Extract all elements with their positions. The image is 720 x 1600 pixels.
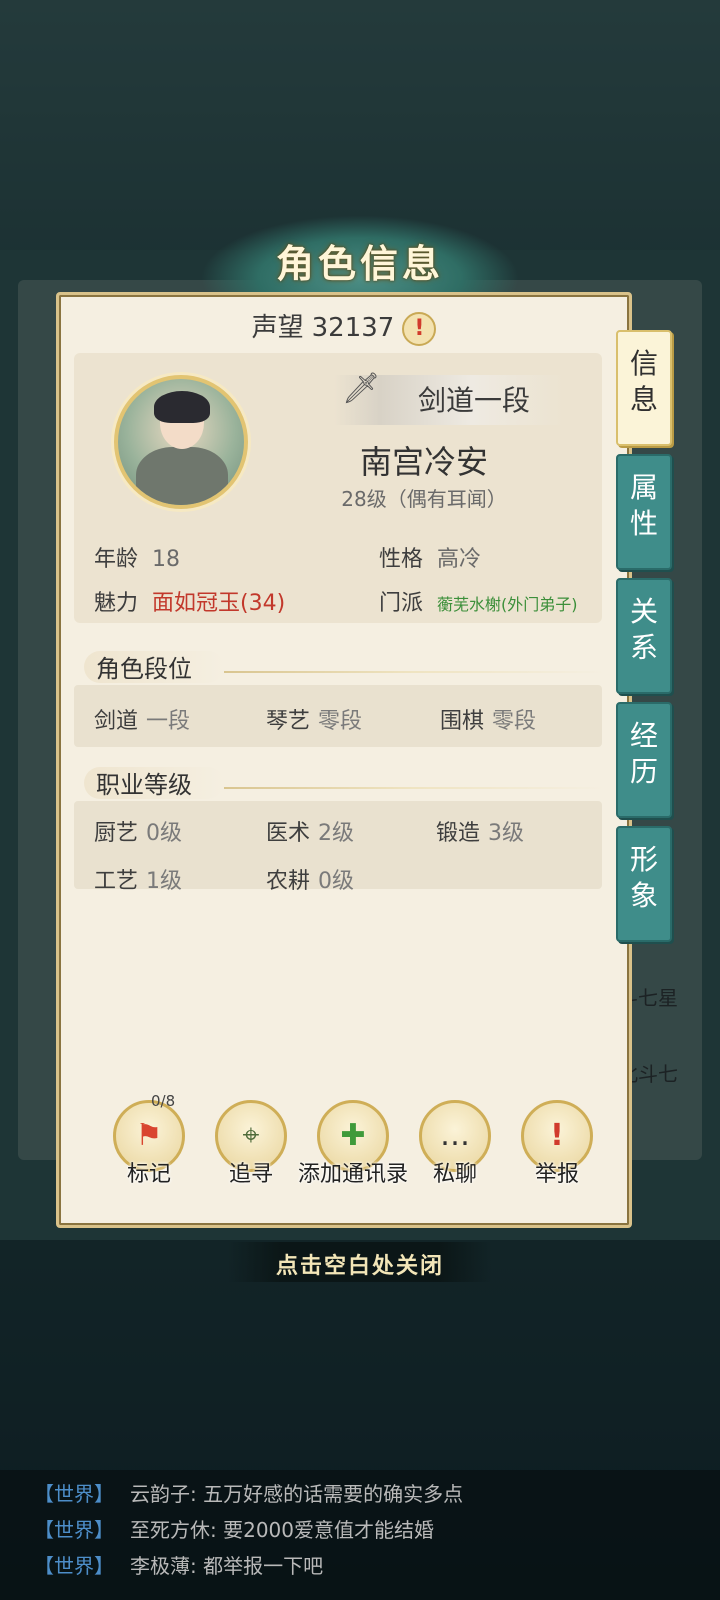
tab-appearance-label: 形 象 — [629, 843, 658, 912]
avatar-hair — [154, 391, 210, 423]
chat-text: 云韵子: 五万好感的话需要的确实多点 — [130, 1482, 464, 1506]
report-button[interactable]: ! 举报 — [507, 1100, 607, 1200]
segment-value: 零段 — [318, 709, 363, 734]
segment-item: 围棋 零段 — [440, 703, 536, 735]
job-value: 0级 — [318, 869, 355, 894]
age-value: 18 — [152, 547, 181, 572]
fame-label: 声望 — [251, 313, 304, 343]
job-label: 厨艺 — [94, 821, 139, 846]
tab-appearance[interactable]: 形 象 — [616, 826, 672, 942]
chat-line: 【世界】 李极薄: 都举报一下吧 — [34, 1550, 323, 1579]
character-avatar[interactable] — [114, 375, 248, 509]
job-value: 1级 — [146, 869, 183, 894]
job-label: 工艺 — [94, 869, 139, 894]
fame-value: 32137 — [311, 313, 395, 343]
job-value: 0级 — [146, 821, 183, 846]
jobs-header: 职业等级 — [84, 765, 604, 799]
charm-label: 魅力 — [94, 591, 139, 616]
job-item: 厨艺 0级 — [94, 815, 182, 847]
fame-alert-icon[interactable]: ! — [402, 311, 437, 346]
report-label: 举报 — [534, 1162, 579, 1187]
rank-badge: 剑道一段 — [417, 384, 530, 417]
segment-value: 一段 — [146, 709, 191, 734]
tab-info[interactable]: 信 息 — [616, 330, 672, 446]
chat-channel: 【世界】 — [34, 1482, 114, 1506]
chat-channel: 【世界】 — [34, 1554, 114, 1578]
sect-row: 门派 蘅芜水榭(外门弟子) — [379, 585, 578, 617]
segments-box: 剑道 一段 琴艺 零段 围棋 零段 — [74, 685, 602, 747]
jobs-box: 厨艺 0级 医术 2级 锻造 3级 工艺 1级 农耕 0级 — [74, 801, 602, 894]
job-item: 锻造 3级 — [436, 815, 524, 847]
segment-label: 围棋 — [440, 709, 485, 734]
sect-value: 蘅芜水榭(外门弟子) — [437, 595, 578, 614]
segment-value: 零段 — [492, 709, 537, 734]
tab-attributes-label: 属 性 — [629, 471, 658, 540]
personality-value: 高冷 — [437, 547, 482, 572]
character-name: 南宫冷安 — [359, 443, 488, 481]
close-hint[interactable]: 点击空白处关闭 — [228, 1242, 492, 1282]
sect-label: 门派 — [379, 591, 424, 616]
action-bar: ⚑ 0/8 标记 ⌖ 追寻 ✚ 添加通讯录 … 私聊 ! 举报 — [99, 1092, 609, 1210]
segments-header: 角色段位 — [84, 649, 604, 683]
jobs-title: 职业等级 — [96, 771, 192, 799]
job-value: 2级 — [318, 821, 355, 846]
tab-relations[interactable]: 关 系 — [616, 578, 672, 694]
job-item: 工艺 1级 — [94, 863, 182, 895]
chat-line: 【世界】 至死方休: 要2000爱意值才能结婚 — [34, 1514, 434, 1543]
segment-label: 剑道 — [94, 709, 139, 734]
mark-counter: 0/8 — [151, 1092, 176, 1110]
segment-item: 剑道 一段 — [94, 703, 190, 735]
job-label: 锻造 — [436, 821, 481, 846]
chat-text: 至死方休: 要2000爱意值才能结婚 — [130, 1518, 434, 1542]
job-label: 农耕 — [266, 869, 311, 894]
fame-row: 声望 32137! — [59, 307, 629, 346]
section-divider — [224, 671, 604, 673]
close-hint-text: 点击空白处关闭 — [275, 1253, 444, 1279]
personality-label: 性格 — [379, 547, 424, 572]
dialog-title: 角色信息 — [275, 241, 444, 286]
job-item: 医术 2级 — [266, 815, 354, 847]
chat-line: 【世界】 云韵子: 五万好感的话需要的确实多点 — [34, 1478, 463, 1507]
job-value: 3级 — [488, 821, 525, 846]
tab-history-label: 经 历 — [629, 719, 658, 788]
chat-text: 李极薄: 都举报一下吧 — [130, 1554, 324, 1578]
chat-channel: 【世界】 — [34, 1518, 114, 1542]
tab-info-label: 信 息 — [629, 347, 658, 416]
avatar-body — [136, 447, 228, 505]
segment-label: 琴艺 — [266, 709, 311, 734]
character-level: 28级（偶有耳闻） — [341, 487, 507, 511]
charm-row: 魅力 面如冠玉(34) — [94, 585, 285, 617]
job-label: 医术 — [266, 821, 311, 846]
character-card: 🗡 剑道一段 南宫冷安 28级（偶有耳闻） 年龄 18 性格 高冷 魅力 面如冠玉(3… — [74, 353, 602, 623]
segment-item: 琴艺 零段 — [266, 703, 362, 735]
age-row: 年龄 18 — [94, 541, 180, 573]
section-divider — [224, 787, 604, 789]
job-item: 农耕 0级 — [266, 863, 354, 895]
segments-title: 角色段位 — [96, 655, 192, 683]
charm-value: 面如冠玉(34) — [152, 591, 286, 616]
tab-history[interactable]: 经 历 — [616, 702, 672, 818]
age-label: 年龄 — [94, 547, 139, 572]
personality-row: 性格 高冷 — [379, 541, 481, 573]
tab-attributes[interactable]: 属 性 — [616, 454, 672, 570]
character-info-dialog: 声望 32137! 🗡 剑道一段 南宫冷安 28级（偶有耳闻） 年龄 18 性格 高冷… — [56, 292, 632, 1228]
tab-relations-label: 关 系 — [629, 595, 658, 664]
world-chat-panel[interactable]: 【世界】 云韵子: 五万好感的话需要的确实多点 【世界】 至死方休: 要2000爱意… — [0, 1470, 720, 1600]
